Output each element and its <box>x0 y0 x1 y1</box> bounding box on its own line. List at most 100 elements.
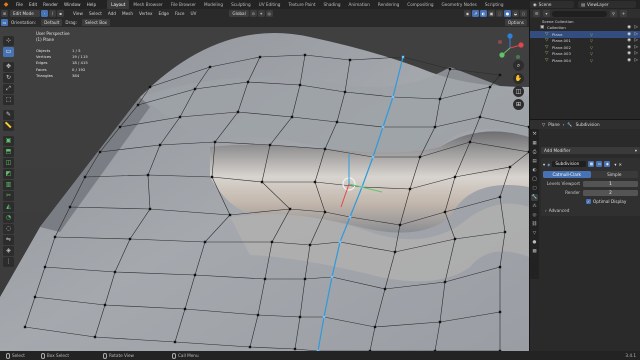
eye-icon[interactable]: ◉ <box>627 25 631 30</box>
3d-viewport[interactable]: User Perspective (1) Plane Objects 1 / 5V… <box>0 27 529 351</box>
simple-button[interactable]: Simple <box>590 171 638 178</box>
spin-tool-icon[interactable]: ◔ <box>3 213 14 223</box>
tool-tab-icon[interactable]: ⚒ <box>531 131 538 138</box>
outliner-item-plane-004[interactable]: ▽ Plane.004 ▽ ◉ ▷ <box>530 57 640 64</box>
y-axis-icon[interactable] <box>499 52 505 58</box>
scene-tab-icon[interactable]: ◐ <box>531 167 538 174</box>
render-levels-field[interactable]: 2 <box>583 189 638 196</box>
viewport-menu-select[interactable]: Select <box>86 9 105 18</box>
measure-tool-icon[interactable]: 📏 <box>3 121 14 131</box>
snap-icon[interactable]: ⌖ <box>257 10 265 17</box>
shrink-fatten-tool-icon[interactable]: ◈ <box>3 246 14 256</box>
tab-compositing[interactable]: Compositing <box>403 0 437 9</box>
optimal-display-checkbox[interactable]: ✓ <box>586 199 591 204</box>
constraints-tab-icon[interactable]: ⛓ <box>531 221 538 228</box>
edge-select-icon[interactable]: / <box>49 10 56 17</box>
tab-animation[interactable]: Animation <box>345 0 374 9</box>
viewport-menu-mesh[interactable]: Mesh <box>119 9 136 18</box>
texture-tab-icon[interactable]: ▩ <box>531 248 538 255</box>
cursor-tool-icon[interactable]: ⊹ <box>3 36 14 46</box>
eye-icon[interactable]: ◉ <box>627 51 631 56</box>
gizmo-toggle-icon[interactable]: ↗ <box>472 10 479 17</box>
render-tab-icon[interactable]: ▦ <box>531 140 538 147</box>
orientation-dropdown[interactable]: Default <box>41 19 63 26</box>
tab-geometry-nodes[interactable]: Geometry Nodes <box>438 0 481 9</box>
transform-tool-icon[interactable]: ⬚ <box>3 95 14 105</box>
extrude-tool-icon[interactable]: ⬒ <box>3 147 14 157</box>
display-mode-icon[interactable]: ▾ <box>543 10 550 17</box>
object-tab-icon[interactable]: ▢ <box>531 185 538 192</box>
catmull-clark-button[interactable]: Catmull-Clark <box>543 171 591 178</box>
view-layer-selector[interactable]: ▤ ViewLayer <box>578 1 636 8</box>
pivot-icon[interactable]: ⊙ <box>249 10 257 17</box>
scene-selector[interactable]: ◉ Scene <box>530 1 574 8</box>
grid-view-icon[interactable]: ⊞ <box>513 99 524 110</box>
outliner-search-input[interactable] <box>552 10 607 17</box>
mode-dropdown[interactable]: Edit Mode <box>10 10 40 17</box>
overlay-toggle-icon[interactable]: ◐ <box>480 10 487 17</box>
camera-icon[interactable]: ▷ <box>635 51 638 56</box>
viewport-menu-vertex[interactable]: Vertex <box>136 9 155 18</box>
material-tab-icon[interactable]: ● <box>531 239 538 246</box>
xray-toggle-icon[interactable]: ▣ <box>488 10 495 17</box>
drag-dropdown[interactable]: Select Box <box>81 19 111 26</box>
viewport-toggle-icon[interactable]: ▭ <box>596 161 603 167</box>
menu-help[interactable]: Help <box>84 0 100 9</box>
camera-icon[interactable]: ▷ <box>635 45 638 50</box>
tab-scripting[interactable]: Scripting <box>481 0 508 9</box>
tab-texture-paint[interactable]: Texture Paint <box>284 0 319 9</box>
x-axis-icon[interactable] <box>518 42 524 48</box>
filter-icon[interactable]: ⚲ <box>610 10 617 17</box>
viewport-menu-face[interactable]: Face <box>172 9 187 18</box>
viewport-menu-view[interactable]: View <box>70 9 86 18</box>
render-toggle-icon[interactable]: ◉ <box>604 161 611 167</box>
rotate-tool-icon[interactable]: ↻ <box>3 73 14 83</box>
data-tab-icon[interactable]: ▽ <box>531 230 538 237</box>
output-tab-icon[interactable]: ⎙ <box>531 149 538 156</box>
menu-edit[interactable]: Edit <box>26 0 40 9</box>
particles-tab-icon[interactable]: ⁂ <box>531 203 538 210</box>
viewport-menu-edge[interactable]: Edge <box>155 9 172 18</box>
physics-tab-icon[interactable]: ◎ <box>531 212 538 219</box>
modifier-menu-icon[interactable]: ▾ <box>614 162 616 167</box>
edit-mode-toggle-icon[interactable]: ▦ <box>588 161 595 167</box>
modifier-name-field[interactable]: Subdivision <box>552 161 587 167</box>
camera-icon[interactable]: ▷ <box>635 32 638 37</box>
modifier-delete-icon[interactable]: ✕ <box>618 162 622 167</box>
pan-hand-icon[interactable]: ✋ <box>513 73 524 84</box>
scale-tool-icon[interactable]: ⤢ <box>3 84 14 94</box>
blender-logo-icon[interactable]: ◆ <box>2 1 10 8</box>
tab-mesh-browser[interactable]: Mesh Browser <box>129 0 166 9</box>
z-axis-icon[interactable] <box>507 33 513 39</box>
modifier-tab-icon[interactable]: 🔧 <box>531 194 538 201</box>
collapse-arrow-icon[interactable]: ▾ <box>543 162 545 167</box>
smooth-tool-icon[interactable]: ◌ <box>3 224 14 234</box>
shading-solid-icon[interactable]: ● <box>504 10 511 17</box>
shading-material-icon[interactable]: ◒ <box>512 10 519 17</box>
rip-tool-icon[interactable]: ⋮ <box>3 257 14 267</box>
camera-icon[interactable]: ▷ <box>635 58 638 63</box>
options-dropdown[interactable]: Options <box>504 19 527 26</box>
tab-sculpting[interactable]: Sculpting <box>227 0 255 9</box>
shading-wireframe-icon[interactable]: ◌ <box>496 10 503 17</box>
tab-layout[interactable]: Layout <box>107 0 130 9</box>
editor-type-icon[interactable]: ⊞ <box>1 10 8 17</box>
select-box-tool-icon[interactable]: ▭ <box>3 47 14 57</box>
tab-uv-editing[interactable]: UV Editing <box>255 0 285 9</box>
active-tool-icon[interactable]: ▭ <box>1 19 8 26</box>
menu-file[interactable]: File <box>13 0 26 9</box>
menu-render[interactable]: Render <box>40 0 61 9</box>
zoom-icon[interactable]: ⌕ <box>513 60 524 71</box>
proportional-edit-icon[interactable]: ◎ <box>265 10 273 17</box>
edge-slide-tool-icon[interactable]: ⇋ <box>3 235 14 245</box>
poly-build-tool-icon[interactable]: ◭ <box>3 202 14 212</box>
camera-icon[interactable]: ▷ <box>635 25 638 30</box>
menu-window[interactable]: Window <box>61 0 84 9</box>
eye-icon[interactable]: ◉ <box>627 58 631 63</box>
tab-rendering[interactable]: Rendering <box>374 0 403 9</box>
vertex-select-icon[interactable]: · <box>41 10 48 17</box>
inset-tool-icon[interactable]: ◫ <box>3 158 14 168</box>
transform-orientation-dropdown[interactable]: Global <box>229 10 249 17</box>
visibility-icon[interactable]: ◉ <box>464 10 471 17</box>
tab-shading[interactable]: Shading <box>320 0 345 9</box>
